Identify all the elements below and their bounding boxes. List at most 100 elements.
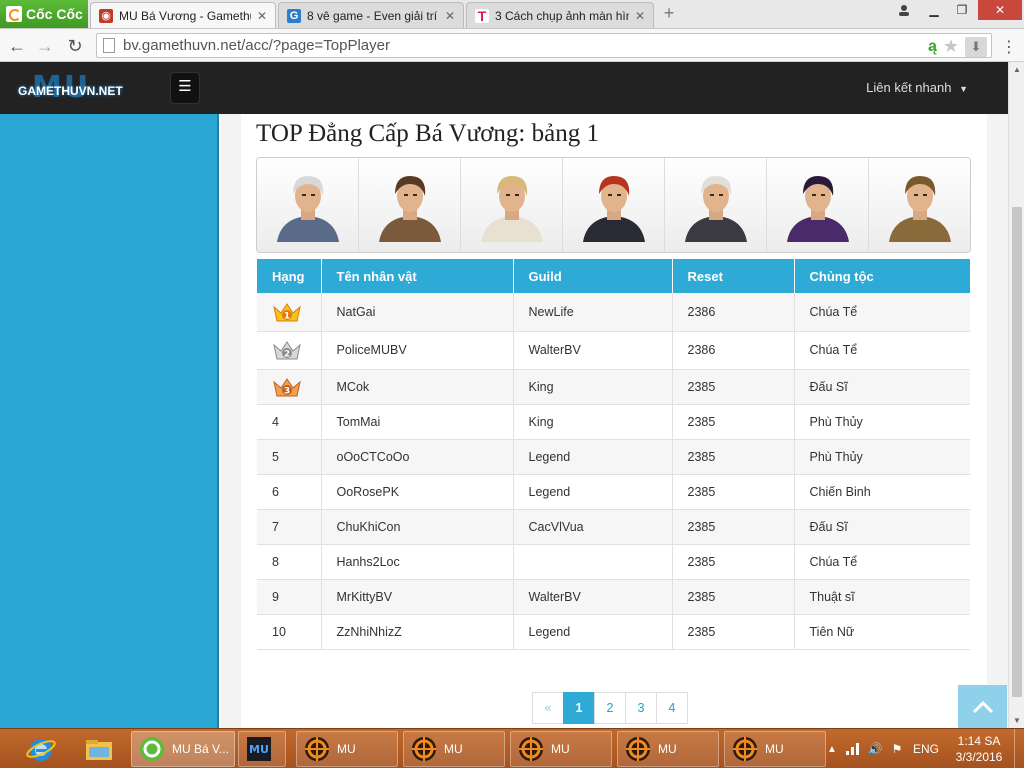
close-tab-icon[interactable]: ✕: [445, 9, 455, 23]
tab-label: 3 Cách chụp ảnh màn hình: [495, 8, 629, 23]
taskbar-item-mu-1[interactable]: MU: [296, 731, 398, 767]
reset-cell: 2386: [672, 331, 795, 370]
rank-cell: 5: [257, 439, 322, 475]
windows-taskbar: MU Bá V... MU MU MU MU MU MU ▲ 🔊 ⚑ ENG 1…: [0, 728, 1024, 768]
t-favicon-icon: T: [475, 8, 489, 24]
taskbar-item-mu-5[interactable]: MU: [724, 731, 826, 767]
pagination-prev[interactable]: «: [532, 692, 564, 724]
table-row[interactable]: 6 OoRosePK Legend 2385 Chiến Binh: [257, 474, 970, 510]
site-logo[interactable]: MU GAMETHUVN.NET: [18, 70, 140, 105]
table-row[interactable]: 2 PoliceMUBV WalterBV 2386 Chúa Tể: [257, 331, 970, 370]
col-rank-header[interactable]: Hạng: [257, 259, 322, 293]
minimize-icon[interactable]: ▁: [920, 0, 948, 20]
coccoc-app-icon: [140, 737, 164, 761]
tab-mu-ba-vuong[interactable]: ◉ MU Bá Vương - Gamethuvn ✕: [90, 2, 276, 28]
taskbar-item-browser[interactable]: MU Bá V...: [131, 731, 235, 767]
file-explorer-icon[interactable]: [82, 732, 116, 766]
page-scrollbar[interactable]: ▲ ▼: [1008, 62, 1024, 728]
taskbar-item-mu-4[interactable]: MU: [617, 731, 719, 767]
clock[interactable]: 1:14 SA 3/3/2016: [944, 733, 1014, 765]
player-name-cell: OoRosePK: [321, 474, 514, 510]
race-cell: Tiên Nữ: [794, 614, 970, 650]
back-icon[interactable]: ←: [6, 35, 28, 57]
scroll-down-icon[interactable]: ▼: [1013, 716, 1021, 725]
user-profile-icon[interactable]: [890, 0, 918, 20]
browser-menu-icon[interactable]: ⋮: [1000, 37, 1018, 57]
network-icon[interactable]: [842, 741, 864, 758]
table-row[interactable]: 8 Hanhs2Loc 2385 Chúa Tể: [257, 544, 970, 580]
rank-number: 2: [284, 350, 290, 360]
scrollbar-thumb[interactable]: [1012, 207, 1022, 697]
taskbar-item-label: MU: [551, 742, 570, 756]
logo-site-text: GAMETHUVN.NET: [18, 84, 123, 98]
col-race-header[interactable]: Chủng tộc: [794, 259, 970, 293]
svg-text:MU: MU: [249, 743, 269, 756]
guild-cell: Legend: [513, 439, 673, 475]
table-row[interactable]: 5 oOoCTCoOo Legend 2385 Phù Thủy: [257, 439, 970, 475]
site-header: MU GAMETHUVN.NET ☰ Liên kết nhanh ▼: [0, 62, 1008, 114]
bookmark-star-icon[interactable]: ★: [943, 36, 959, 57]
chevron-up-icon: [972, 700, 993, 714]
tab-chup-anh[interactable]: T 3 Cách chụp ảnh màn hình ✕: [466, 2, 654, 28]
pagination-page-3[interactable]: 3: [625, 692, 657, 724]
tab-8ve-game[interactable]: G 8 vê game - Even giải trí c ✕: [278, 2, 464, 28]
col-name-header[interactable]: Tên nhân vật: [321, 259, 514, 293]
restore-icon[interactable]: ❐: [948, 0, 976, 20]
reset-cell: 2385: [672, 369, 795, 405]
reset-cell: 2385: [672, 614, 795, 650]
internet-explorer-icon[interactable]: [24, 732, 58, 766]
summoner-portrait: [787, 176, 849, 242]
reset-cell: 2386: [672, 293, 795, 332]
download-icon[interactable]: ⬇: [965, 36, 987, 57]
taskbar-item-mu-3[interactable]: MU: [510, 731, 612, 767]
character-class-button[interactable]: [461, 158, 563, 252]
taskbar-item-label: MU: [765, 742, 784, 756]
hamburger-menu-icon[interactable]: ☰: [170, 72, 200, 104]
character-class-button[interactable]: [869, 158, 970, 252]
table-row[interactable]: 7 ChuKhiCon CacVlVua 2385 Đấu Sĩ: [257, 509, 970, 545]
scroll-up-icon[interactable]: ▲: [1013, 65, 1021, 74]
character-class-button[interactable]: [257, 158, 359, 252]
quick-links-dropdown[interactable]: Liên kết nhanh ▼: [866, 80, 968, 95]
coccoc-typing-icon[interactable]: ą: [928, 38, 937, 56]
rank-cell: 6: [257, 474, 322, 510]
table-row[interactable]: 4 TomMai King 2385 Phù Thủy: [257, 404, 970, 440]
reload-icon[interactable]: ↻: [64, 35, 86, 57]
pagination-page-2[interactable]: 2: [594, 692, 626, 724]
table-row[interactable]: 9 MrKittyBV WalterBV 2385 Thuật sĩ: [257, 579, 970, 615]
guild-cell: [513, 544, 673, 580]
character-class-button[interactable]: [563, 158, 665, 252]
race-cell: Đấu Sĩ: [794, 369, 970, 405]
scroll-to-top-button[interactable]: [958, 685, 1007, 728]
table-row[interactable]: 3 MCok King 2385 Đấu Sĩ: [257, 369, 970, 405]
quick-links-label: Liên kết nhanh: [866, 80, 952, 95]
character-class-button[interactable]: [767, 158, 869, 252]
new-tab-icon[interactable]: +: [660, 4, 678, 22]
table-row[interactable]: 10 ZzNhiNhizZ Legend 2385 Tiên Nữ: [257, 614, 970, 650]
close-tab-icon[interactable]: ✕: [257, 9, 267, 23]
col-reset-header[interactable]: Reset: [672, 259, 795, 293]
col-guild-header[interactable]: Guild: [513, 259, 673, 293]
close-window-icon[interactable]: ✕: [978, 0, 1022, 20]
tray-expand-icon[interactable]: ▲: [822, 744, 842, 755]
forward-icon[interactable]: →: [34, 35, 56, 57]
browser-menu-button[interactable]: Cốc Cốc: [0, 0, 88, 28]
show-desktop-button[interactable]: [1014, 729, 1024, 768]
address-toolbar: ← → ↻ bv.gamethuvn.net/acc/?page=TopPlay…: [0, 29, 1024, 62]
guild-cell: CacVlVua: [513, 509, 673, 545]
language-indicator[interactable]: ENG: [908, 742, 944, 756]
tab-label: 8 vê game - Even giải trí c: [307, 8, 439, 23]
table-row[interactable]: 1 NatGai NewLife 2386 Chúa Tể: [257, 293, 970, 332]
pagination-page-4[interactable]: 4: [656, 692, 688, 724]
coccoc-logo-icon: [6, 6, 22, 22]
character-class-button[interactable]: [665, 158, 767, 252]
character-class-button[interactable]: [359, 158, 461, 252]
browser-brand-label: Cốc Cốc: [26, 6, 83, 22]
address-bar[interactable]: bv.gamethuvn.net/acc/?page=TopPlayer ą ★…: [96, 33, 992, 58]
taskbar-item-mu-2[interactable]: MU: [403, 731, 505, 767]
taskbar-item-mu-launcher[interactable]: MU: [238, 731, 286, 767]
flag-icon[interactable]: ⚑: [886, 742, 908, 756]
pagination-page-1[interactable]: 1: [563, 692, 595, 724]
volume-icon[interactable]: 🔊: [864, 742, 886, 756]
close-tab-icon[interactable]: ✕: [635, 9, 645, 23]
